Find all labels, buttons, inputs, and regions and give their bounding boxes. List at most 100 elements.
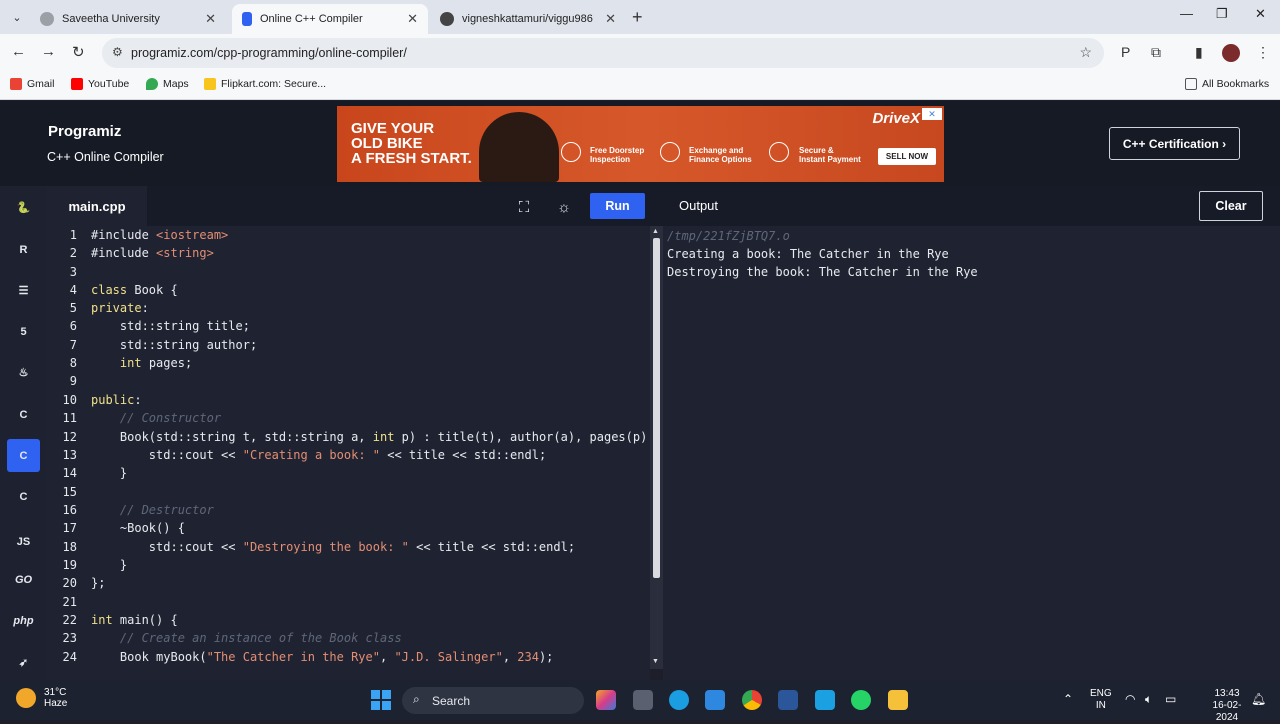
code-line: #include <string> xyxy=(91,246,214,260)
certification-button[interactable]: C++ Certification › xyxy=(1109,127,1240,160)
paypal-extension-icon[interactable]: P xyxy=(1121,44,1130,60)
windows-start-icon[interactable] xyxy=(371,690,391,710)
store-icon[interactable] xyxy=(705,690,725,710)
advertisement-banner[interactable]: GIVE YOUR OLD BIKE A FRESH START. Free D… xyxy=(337,106,944,182)
output-panel: /tmp/221fZjBTQ7.o Creating a book: The C… xyxy=(663,226,1280,680)
address-bar[interactable]: ⚙ programiz.com/cpp-programming/online-c… xyxy=(102,38,1104,68)
code-line: int main() { xyxy=(91,613,178,627)
close-tab-icon[interactable]: ✕ xyxy=(205,11,216,27)
code-line: // Destructor xyxy=(119,503,214,517)
python-icon[interactable]: 🐍 xyxy=(7,191,40,224)
folder-icon xyxy=(1185,78,1197,90)
youtube-icon xyxy=(71,78,83,90)
editor-scrollbar[interactable]: ▲ ▼ xyxy=(650,226,663,669)
ad-feature: Secure & Instant Payment xyxy=(799,146,861,164)
weather-widget[interactable]: 31°C Haze xyxy=(16,687,67,709)
clear-button[interactable]: Clear xyxy=(1199,191,1263,221)
profile-avatar[interactable] xyxy=(1222,44,1240,62)
site-info-icon[interactable]: ⚙ xyxy=(112,45,123,59)
back-icon[interactable]: ← xyxy=(11,43,26,60)
line-number: 9 xyxy=(69,374,77,388)
code-line: Book(std::string t, std::string a, int p… xyxy=(91,430,650,444)
html-icon[interactable]: 5 xyxy=(7,315,40,348)
file-explorer-icon[interactable] xyxy=(888,690,908,710)
taskbar-search[interactable]: ⌕ Search xyxy=(402,687,584,714)
task-view-icon[interactable] xyxy=(633,690,653,710)
maps-icon xyxy=(146,78,158,90)
swift-icon[interactable]: ➶ xyxy=(7,646,40,679)
ad-close-icon[interactable]: ✕ xyxy=(922,108,942,120)
ad-person-image xyxy=(479,112,559,182)
programiz-logo[interactable]: Programiz xyxy=(48,123,121,140)
csharp-icon[interactable]: C xyxy=(7,480,40,513)
line-number: 21 xyxy=(62,595,77,609)
whatsapp-icon[interactable] xyxy=(851,690,871,710)
javascript-icon[interactable]: JS xyxy=(7,525,40,558)
scroll-down-icon[interactable]: ▼ xyxy=(652,658,659,665)
line-number: 24 xyxy=(62,650,77,664)
bookmark-label: Flipkart.com: Secure... xyxy=(221,78,327,90)
bookmark-star-icon[interactable]: ☆ xyxy=(1079,44,1092,61)
minimize-icon[interactable]: — xyxy=(1180,6,1193,21)
close-window-icon[interactable]: ✕ xyxy=(1255,6,1266,22)
theme-toggle-icon[interactable]: ☼ xyxy=(551,194,577,220)
edge-icon[interactable] xyxy=(669,690,689,710)
word-icon[interactable] xyxy=(778,690,798,710)
menu-icon[interactable]: ⋮ xyxy=(1256,44,1270,61)
notification-bell-icon[interactable]: 🔔︎ xyxy=(1251,692,1266,706)
tab-github[interactable]: vigneshkattamuri/viggu986 ✕ xyxy=(430,4,626,34)
forward-icon[interactable]: → xyxy=(41,43,56,60)
cpp-icon[interactable]: C xyxy=(7,439,40,472)
browser-tab-strip: ⌄ Saveetha University ✕ Online C++ Compi… xyxy=(0,0,1280,34)
php-icon[interactable]: php xyxy=(7,604,40,637)
scroll-up-icon[interactable]: ▲ xyxy=(652,228,659,235)
ad-sell-now-button[interactable]: SELL NOW xyxy=(877,148,936,165)
wifi-icon[interactable]: ◠ xyxy=(1125,692,1135,706)
file-tab-main-cpp[interactable]: main.cpp xyxy=(47,186,147,226)
java-icon[interactable]: ♨ xyxy=(7,356,40,389)
close-tab-icon[interactable]: ✕ xyxy=(605,11,616,27)
bookmark-flipkart[interactable]: Flipkart.com: Secure... xyxy=(204,78,326,90)
bookmark-gmail[interactable]: Gmail xyxy=(10,78,54,90)
c-icon[interactable]: C xyxy=(7,398,40,431)
tab-search-icon[interactable]: ⌄ xyxy=(6,6,28,28)
chevron-up-icon[interactable]: ⌃ xyxy=(1063,692,1073,706)
new-tab-icon[interactable]: + xyxy=(632,7,643,28)
line-number: 22 xyxy=(62,613,77,627)
tab-title: Online C++ Compiler xyxy=(260,13,363,25)
input-language[interactable]: ENG IN xyxy=(1090,688,1112,712)
bookmark-youtube[interactable]: YouTube xyxy=(71,78,129,90)
weather-haze-icon xyxy=(16,688,36,708)
go-icon[interactable]: GO xyxy=(7,563,40,596)
all-bookmarks[interactable]: All Bookmarks xyxy=(1185,78,1269,90)
fullscreen-icon[interactable]: ⛶ xyxy=(511,194,537,220)
r-icon[interactable]: R xyxy=(7,233,40,266)
maximize-icon[interactable]: ❐ xyxy=(1216,6,1228,22)
line-number: 5 xyxy=(69,301,77,315)
line-number: 4 xyxy=(69,283,77,297)
site-header: Programiz C++ Online Compiler GIVE YOUR … xyxy=(0,101,1280,186)
chrome-icon[interactable] xyxy=(742,690,762,710)
copilot-icon[interactable] xyxy=(596,690,616,710)
sql-icon[interactable]: ☰ xyxy=(7,274,40,307)
ad-brand: DriveX xyxy=(872,110,920,127)
bookmark-maps[interactable]: Maps xyxy=(146,78,189,90)
battery-icon[interactable]: ▭ xyxy=(1165,692,1176,706)
tab-online-compiler[interactable]: Online C++ Compiler ✕ xyxy=(232,4,428,34)
code-editor[interactable]: 1 2 3 4 5 6 7 8 9 10 11 12 13 14 15 16 17 18 19 20 21 22 23 24 … xyxy=(47,226,650,680)
ad-feature: Exchange and Finance Options xyxy=(689,146,752,164)
code-line: std::cout << "Creating a book: " << titl… xyxy=(91,448,547,462)
volume-icon[interactable]: 🔈︎ xyxy=(1145,692,1152,707)
run-button[interactable]: Run xyxy=(590,193,645,219)
scroll-thumb[interactable] xyxy=(653,238,660,578)
extensions-icon[interactable]: ⧉ xyxy=(1151,44,1161,61)
side-panel-icon[interactable]: ▮ xyxy=(1195,44,1203,61)
desktop-app-icon[interactable] xyxy=(815,690,835,710)
tab-saveetha[interactable]: Saveetha University ✕ xyxy=(30,4,226,34)
finance-icon xyxy=(660,142,680,162)
clock[interactable]: 13:43 16-02-2024 xyxy=(1207,688,1247,724)
line-number: 14 xyxy=(62,466,77,480)
reload-icon[interactable]: ↻ xyxy=(72,43,85,61)
close-tab-icon[interactable]: ✕ xyxy=(407,11,418,27)
output-title: Output xyxy=(679,198,719,213)
